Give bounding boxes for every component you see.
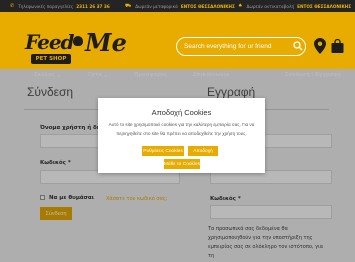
cod-value: ΕΝΤΟΣ ΘΕΣΣΑΛΟΝΙΚΗΣ	[297, 3, 352, 9]
cookie-accept-button[interactable]: Αποδοχή	[188, 146, 218, 156]
location-pin-icon[interactable]	[314, 38, 326, 54]
money-icon: ♠	[238, 3, 243, 9]
phone-number[interactable]: 2311 26 37 36	[76, 4, 110, 9]
shipping-info-2: ♠ Δωρεάν αντικαταβολή ΕΝΤΟΣ ΘΕΣΣΑΛΟΝΙΚΗΣ	[238, 0, 351, 12]
cookie-learn-more-button[interactable]: Μάθε τα Cookies	[164, 159, 200, 169]
paw-icon	[73, 36, 83, 46]
logo-petshop: PET SHOP	[31, 54, 71, 64]
cookie-consent-modal: Αποδοχή Cookies Αυτό το site χρησιμοποιε…	[98, 98, 265, 173]
cookie-text: Αυτό το site χρησιμοποιεί cookies για τη…	[108, 122, 255, 136]
shipping-label: Δωρεάν μεταφορικά	[135, 3, 178, 9]
search-input[interactable]	[176, 37, 306, 56]
cod-label: Δωρεάν αντικαταβολή	[246, 3, 295, 9]
logo-me: Me	[85, 28, 127, 57]
shipping-value: ΕΝΤΟΣ ΘΕΣΣΑΛΟΝΙΚΗΣ	[180, 3, 235, 9]
cookie-title: Αποδοχή Cookies	[151, 108, 212, 117]
truck-icon: ⛟	[125, 2, 132, 9]
phone-label: Τηλεφωνικές παραγγελίες	[18, 3, 74, 9]
logo-feed: Feed	[25, 30, 75, 54]
site-logo[interactable]: Feed Me PET SHOP	[25, 28, 135, 68]
phone-info: ✆ Τηλεφωνικές παραγγελίες 2311 26 37 36	[10, 0, 110, 12]
cookie-settings-button[interactable]: Ρυθμίσεις Cookies	[142, 146, 184, 156]
site-header: Feed Me PET SHOP Σκύλος ▾ Γάτα ▾ Προσφορ…	[0, 12, 355, 78]
shopping-bag-icon[interactable]	[331, 39, 344, 53]
phone-icon: ✆	[10, 3, 15, 9]
shipping-info-1: ⛟ Δωρεάν μεταφορικά ΕΝΤΟΣ ΘΕΣΣΑΛΟΝΙΚΗΣ	[125, 0, 235, 12]
top-info-bar: ✆ Τηλεφωνικές παραγγελίες 2311 26 37 36 …	[0, 0, 355, 12]
search-icon[interactable]	[293, 41, 303, 51]
